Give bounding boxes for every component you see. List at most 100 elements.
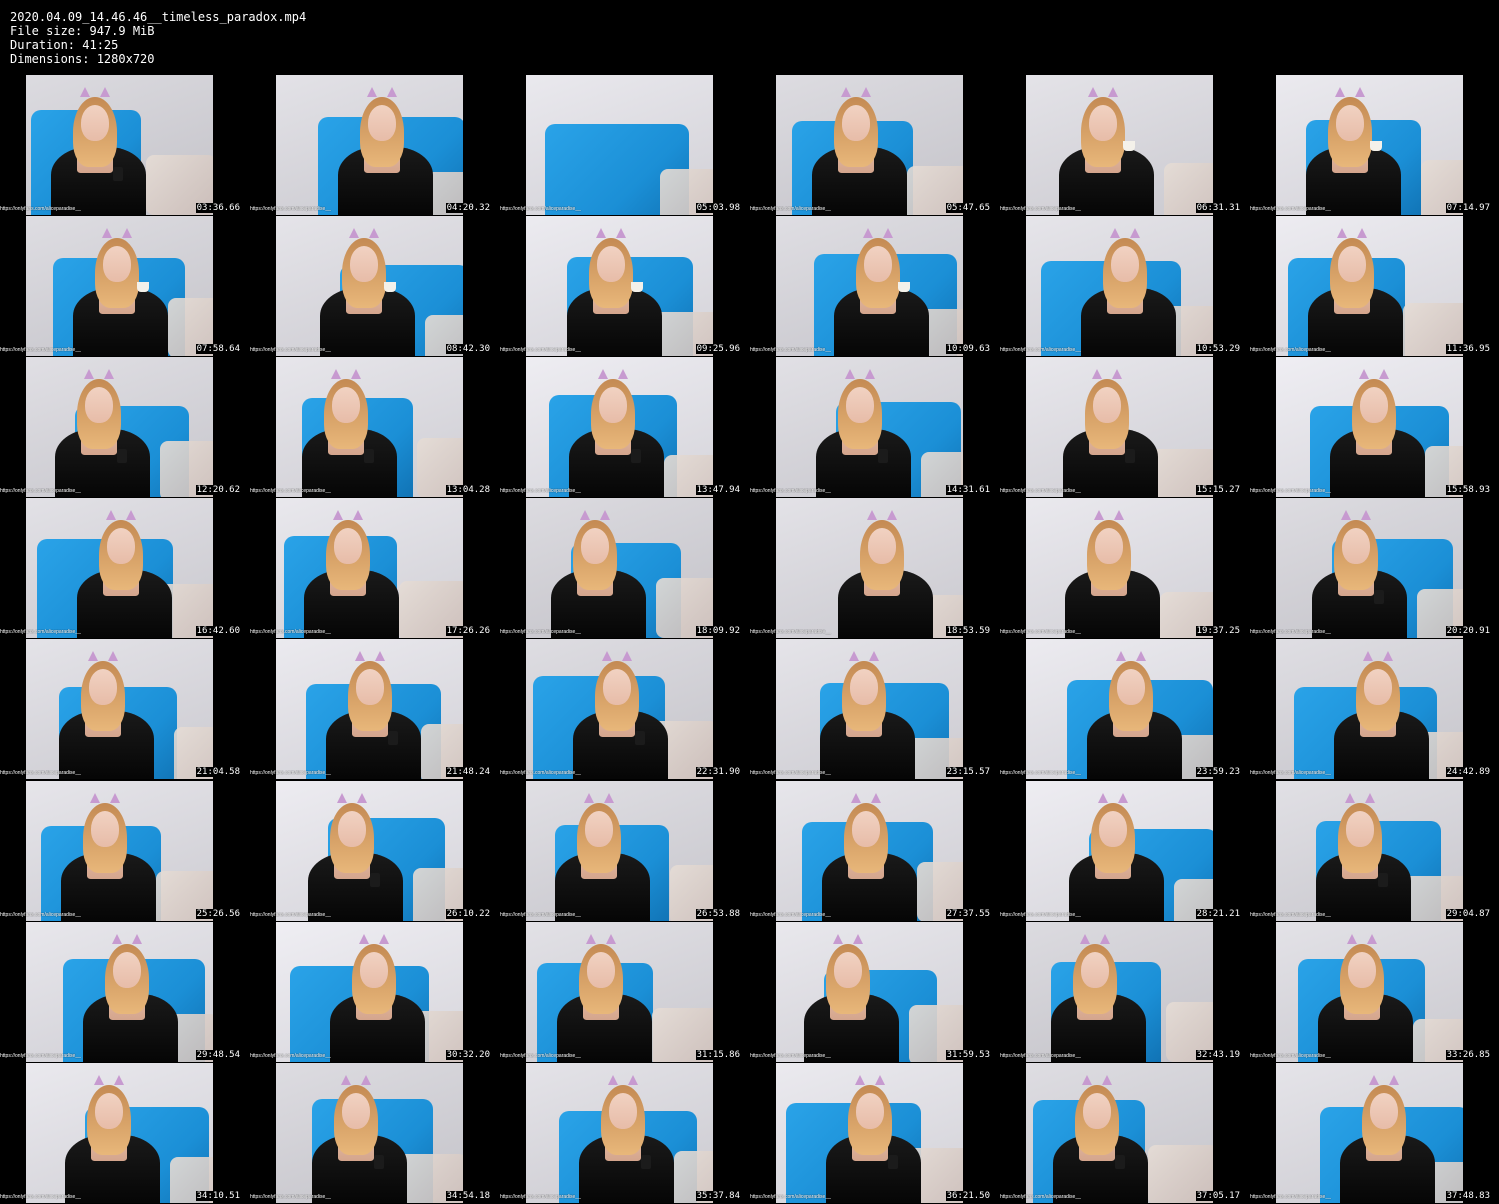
thumbnail[interactable]: https://onlyfans.com/aliceparadise__ 31:5… xyxy=(750,922,1000,1063)
thumbnail[interactable]: https://onlyfans.com/aliceparadise__ 15:5… xyxy=(1250,357,1499,498)
thumbnail[interactable]: https://onlyfans.com/aliceparadise__ 10:5… xyxy=(1000,216,1250,357)
cat-ears-icon xyxy=(855,1075,885,1087)
watermark-text: https://onlyfans.com/aliceparadise__ xyxy=(250,206,331,212)
thumbnail[interactable]: https://onlyfans.com/aliceparadise__ 20:2… xyxy=(1250,498,1499,639)
thumbnail[interactable]: https://onlyfans.com/aliceparadise__ 16:4… xyxy=(0,498,250,639)
face xyxy=(1338,246,1366,282)
thumbnail-frame xyxy=(776,1063,963,1203)
person-figure xyxy=(26,639,213,779)
thumbnail[interactable]: https://onlyfans.com/aliceparadise__ 06:3… xyxy=(1000,75,1250,216)
thumbnail[interactable]: https://onlyfans.com/aliceparadise__ 34:5… xyxy=(250,1063,500,1204)
thumbnail-frame xyxy=(276,216,463,356)
thumbnail[interactable]: https://onlyfans.com/aliceparadise__ 04:2… xyxy=(250,75,500,216)
watermark-text: https://onlyfans.com/aliceparadise__ xyxy=(250,488,331,494)
cat-ears-icon xyxy=(1082,1075,1112,1087)
thumbnail[interactable]: https://onlyfans.com/aliceparadise__ 05:0… xyxy=(500,75,750,216)
thumbnail[interactable]: https://onlyfans.com/aliceparadise__ 26:5… xyxy=(500,781,750,922)
thumbnail-frame xyxy=(1026,75,1213,215)
thumbnail[interactable]: https://onlyfans.com/aliceparadise__ 29:4… xyxy=(0,922,250,1063)
thumbnail[interactable]: https://onlyfans.com/aliceparadise__ 11:3… xyxy=(1250,216,1499,357)
phone-icon xyxy=(641,1155,651,1169)
face xyxy=(350,246,378,282)
watermark-text: https://onlyfans.com/aliceparadise__ xyxy=(500,629,581,635)
phone-icon xyxy=(374,1155,384,1169)
thumbnail[interactable]: https://onlyfans.com/aliceparadise__ 32:4… xyxy=(1000,922,1250,1063)
thumbnail-timestamp: 04:20.32 xyxy=(445,203,491,213)
thumbnail[interactable]: https://onlyfans.com/aliceparadise__ 18:0… xyxy=(500,498,750,639)
face xyxy=(852,811,880,847)
thumbnail-frame xyxy=(526,357,713,497)
thumbnail-frame xyxy=(276,639,463,779)
thumbnail[interactable]: https://onlyfans.com/aliceparadise__ 10:0… xyxy=(750,216,1000,357)
thumbnail[interactable]: https://onlyfans.com/aliceparadise__ 29:0… xyxy=(1250,781,1499,922)
watermark-text: https://onlyfans.com/aliceparadise__ xyxy=(0,912,81,918)
thumbnail-frame xyxy=(776,922,963,1062)
watermark-text: https://onlyfans.com/aliceparadise__ xyxy=(250,770,331,776)
person-figure xyxy=(276,1063,463,1203)
person-figure xyxy=(776,639,963,779)
person-figure xyxy=(276,216,463,356)
thumbnail[interactable]: https://onlyfans.com/aliceparadise__ 22:3… xyxy=(500,639,750,780)
thumbnail[interactable]: https://onlyfans.com/aliceparadise__ 13:4… xyxy=(500,357,750,498)
cat-ears-icon xyxy=(349,228,379,240)
thumbnail[interactable]: https://onlyfans.com/aliceparadise__ 05:4… xyxy=(750,75,1000,216)
phone-icon xyxy=(117,449,127,463)
thumbnail-timestamp: 26:53.88 xyxy=(695,909,741,919)
thumbnail-timestamp: 34:54.18 xyxy=(445,1191,491,1201)
thumbnail-timestamp: 12:20.62 xyxy=(195,485,241,495)
thumbnail[interactable]: https://onlyfans.com/aliceparadise__ 37:0… xyxy=(1000,1063,1250,1204)
thumbnail-timestamp: 07:14.97 xyxy=(1445,203,1491,213)
cat-ears-icon xyxy=(341,1075,371,1087)
thumbnail[interactable]: https://onlyfans.com/aliceparadise__ 07:1… xyxy=(1250,75,1499,216)
watermark-text: https://onlyfans.com/aliceparadise__ xyxy=(1250,912,1331,918)
cat-ears-icon xyxy=(1359,369,1389,381)
thumbnail[interactable]: https://onlyfans.com/aliceparadise__ 13:0… xyxy=(250,357,500,498)
thumbnail-frame xyxy=(276,498,463,638)
thumbnail-frame xyxy=(1026,357,1213,497)
thumbnail[interactable]: https://onlyfans.com/aliceparadise__ 15:1… xyxy=(1000,357,1250,498)
cat-ears-icon xyxy=(331,369,361,381)
thumbnail[interactable]: https://onlyfans.com/aliceparadise__ 21:0… xyxy=(0,639,250,780)
thumbnail[interactable]: https://onlyfans.com/aliceparadise__ 25:2… xyxy=(0,781,250,922)
thumbnail[interactable]: https://onlyfans.com/aliceparadise__ 17:2… xyxy=(250,498,500,639)
thumbnail[interactable]: https://onlyfans.com/aliceparadise__ 37:4… xyxy=(1250,1063,1499,1204)
thumbnail-timestamp: 15:15.27 xyxy=(1195,485,1241,495)
thumbnail-frame xyxy=(1276,1063,1463,1203)
watermark-text: https://onlyfans.com/aliceparadise__ xyxy=(500,206,581,212)
thumbnail[interactable]: https://onlyfans.com/aliceparadise__ 24:4… xyxy=(1250,639,1499,780)
thumbnail[interactable]: https://onlyfans.com/aliceparadise__ 34:1… xyxy=(0,1063,250,1204)
thumbnail[interactable]: https://onlyfans.com/aliceparadise__ 26:1… xyxy=(250,781,500,922)
watermark-text: https://onlyfans.com/aliceparadise__ xyxy=(500,488,581,494)
thumbnail[interactable]: https://onlyfans.com/aliceparadise__ 36:2… xyxy=(750,1063,1000,1204)
thumbnail[interactable]: https://onlyfans.com/aliceparadise__ 23:5… xyxy=(1000,639,1250,780)
person-figure xyxy=(1276,216,1463,356)
watermark-text: https://onlyfans.com/aliceparadise__ xyxy=(750,347,831,353)
cat-ears-icon xyxy=(102,228,132,240)
thumbnail[interactable]: https://onlyfans.com/aliceparadise__ 27:3… xyxy=(750,781,1000,922)
thumbnail[interactable]: https://onlyfans.com/aliceparadise__ 23:1… xyxy=(750,639,1000,780)
cat-ears-icon xyxy=(1080,934,1110,946)
thumbnail[interactable]: https://onlyfans.com/aliceparadise__ 03:3… xyxy=(0,75,250,216)
person-figure xyxy=(1276,639,1463,779)
thumbnail[interactable]: https://onlyfans.com/aliceparadise__ 28:2… xyxy=(1000,781,1250,922)
thumbnail[interactable]: https://onlyfans.com/aliceparadise__ 08:4… xyxy=(250,216,500,357)
thumbnail-timestamp: 21:04.58 xyxy=(195,767,241,777)
watermark-text: https://onlyfans.com/aliceparadise__ xyxy=(1000,770,1081,776)
thumbnail[interactable]: https://onlyfans.com/aliceparadise__ 21:4… xyxy=(250,639,500,780)
thumbnail[interactable]: https://onlyfans.com/aliceparadise__ 09:2… xyxy=(500,216,750,357)
cat-ears-icon xyxy=(367,87,397,99)
thumbnail[interactable]: https://onlyfans.com/aliceparadise__ 07:5… xyxy=(0,216,250,357)
thumbnail[interactable]: https://onlyfans.com/aliceparadise__ 30:3… xyxy=(250,922,500,1063)
cat-ears-icon xyxy=(580,510,610,522)
face xyxy=(1083,1093,1111,1129)
cup-icon xyxy=(1370,141,1382,151)
thumbnail[interactable]: https://onlyfans.com/aliceparadise__ 19:3… xyxy=(1000,498,1250,639)
thumbnail[interactable]: https://onlyfans.com/aliceparadise__ 18:5… xyxy=(750,498,1000,639)
thumbnail[interactable]: https://onlyfans.com/aliceparadise__ 35:3… xyxy=(500,1063,750,1204)
thumbnail-frame xyxy=(776,216,963,356)
video-info-header: 2020.04.09_14.46.46__timeless_paradox.mp… xyxy=(10,10,306,66)
thumbnail[interactable]: https://onlyfans.com/aliceparadise__ 31:1… xyxy=(500,922,750,1063)
thumbnail[interactable]: https://onlyfans.com/aliceparadise__ 33:2… xyxy=(1250,922,1499,1063)
thumbnail[interactable]: https://onlyfans.com/aliceparadise__ 14:3… xyxy=(750,357,1000,498)
thumbnail[interactable]: https://onlyfans.com/aliceparadise__ 12:2… xyxy=(0,357,250,498)
